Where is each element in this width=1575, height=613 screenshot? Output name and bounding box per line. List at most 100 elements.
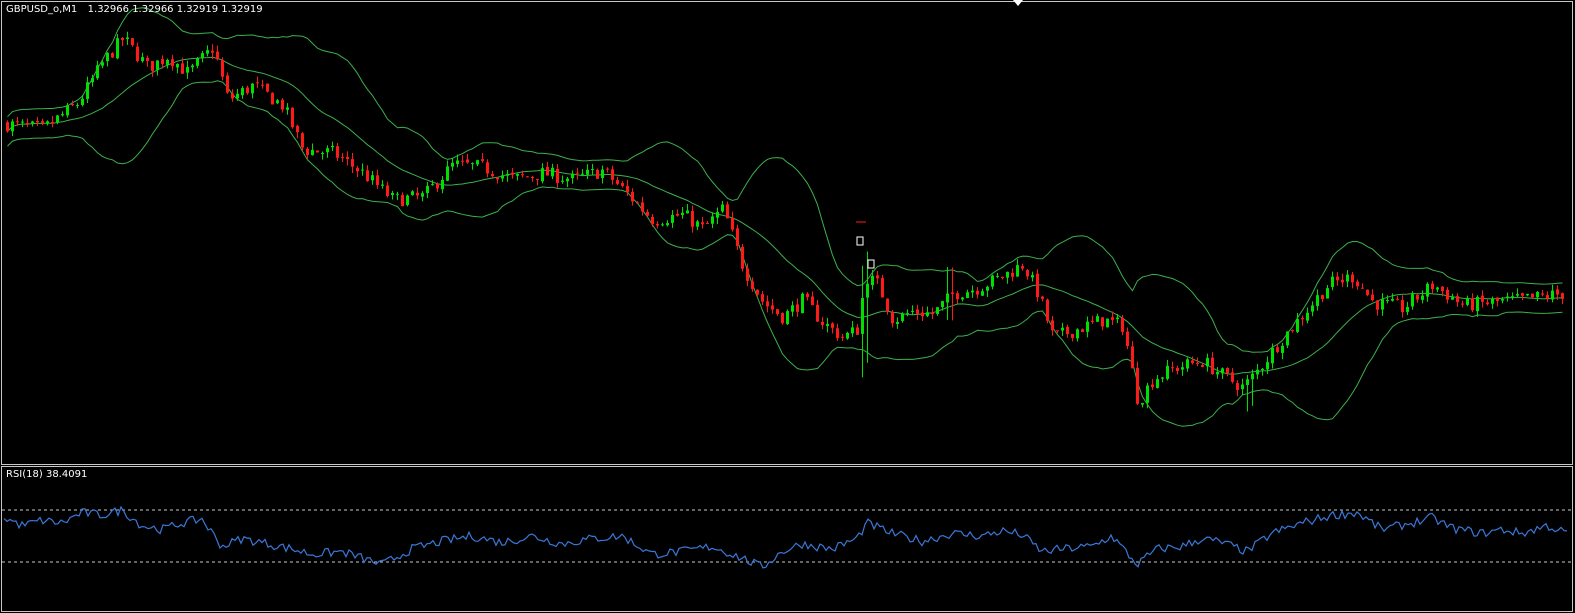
candle-body (1536, 292, 1539, 298)
candle (816, 299, 819, 323)
candle-body (826, 323, 829, 326)
candle (811, 291, 814, 306)
candle (1561, 292, 1564, 305)
candle-body (476, 160, 479, 165)
candle-body (531, 176, 534, 178)
candle-body (256, 82, 259, 84)
candle (1361, 283, 1364, 289)
candle (531, 175, 534, 182)
candle (1146, 382, 1149, 409)
candle-body (1401, 300, 1404, 313)
candle-body (1326, 288, 1329, 299)
candle-body (1246, 379, 1249, 385)
candle (436, 182, 439, 193)
candle (971, 285, 974, 298)
candle (1351, 271, 1354, 289)
candle (911, 305, 914, 315)
price-chart-pane[interactable]: GBPUSD_o,M1 1.32966 1.32966 1.32919 1.32… (1, 1, 1573, 465)
candle-body (381, 184, 384, 186)
candle (1011, 268, 1014, 282)
candle (41, 118, 44, 126)
candle-body (1086, 321, 1089, 332)
candle-body (361, 169, 364, 171)
candle (1306, 307, 1309, 324)
candle-body (771, 305, 774, 310)
candle (96, 60, 99, 80)
candle (966, 289, 969, 299)
candle-body (1226, 368, 1229, 374)
candle (371, 171, 374, 185)
candle (146, 55, 149, 67)
candle-body (261, 84, 264, 86)
candle (1181, 361, 1184, 376)
candle-body (986, 286, 989, 291)
rsi-indicator-pane[interactable]: RSI(18) 38.4091 (1, 466, 1573, 612)
candle-body (1121, 317, 1124, 332)
candle-body (396, 193, 399, 195)
candle (256, 76, 259, 88)
candle-body (1266, 362, 1269, 370)
candle (791, 301, 794, 317)
candle-body (1371, 294, 1374, 301)
candle-body (1391, 298, 1394, 301)
candle (1421, 290, 1424, 304)
candle (546, 161, 549, 176)
candle (1066, 324, 1069, 338)
candle-body (341, 157, 344, 159)
candle (736, 224, 739, 251)
candle-body (36, 120, 39, 123)
candle-body (1201, 364, 1204, 367)
candles (6, 31, 1564, 412)
candle (381, 180, 384, 189)
chart-shift-marker[interactable] (1013, 0, 1023, 6)
candle (841, 333, 844, 341)
candle (451, 157, 454, 171)
candle-body (1531, 293, 1534, 298)
candle (46, 120, 49, 126)
candle (751, 277, 754, 292)
candle-body (251, 83, 254, 94)
candle-body (111, 53, 114, 58)
candle (561, 175, 564, 184)
candle-body (586, 169, 589, 175)
candle-body (961, 297, 964, 300)
candle-body (776, 309, 779, 315)
candle (476, 159, 479, 167)
candle-body (11, 121, 14, 132)
candle-body (366, 170, 369, 182)
candle-body (556, 168, 559, 183)
candle-body (1156, 379, 1159, 388)
candle (1336, 272, 1339, 286)
candle (411, 190, 414, 196)
candle (1211, 351, 1214, 375)
candle (51, 115, 54, 128)
candle-body (1041, 296, 1044, 299)
candle (171, 54, 174, 71)
candle (1401, 295, 1404, 318)
candle (876, 270, 879, 284)
candle (1016, 259, 1019, 277)
candle-body (1416, 294, 1419, 300)
candle (821, 316, 824, 330)
candle (286, 103, 289, 115)
candle (981, 288, 984, 296)
candle-body (271, 92, 274, 105)
candle-body (326, 148, 329, 153)
candle-body (1491, 298, 1494, 304)
candle (321, 151, 324, 160)
candle (241, 86, 244, 99)
candle (1506, 292, 1509, 302)
candle (366, 165, 369, 182)
candle-body (621, 183, 624, 186)
candle-body (1306, 312, 1309, 321)
candle-body (831, 323, 834, 328)
candle (696, 219, 699, 231)
candle (1291, 329, 1294, 333)
candle-body (71, 103, 74, 106)
candle (976, 287, 979, 299)
candle (806, 291, 809, 301)
candle (1071, 333, 1074, 342)
trade-arrow-icon (867, 259, 875, 269)
candle-body (481, 159, 484, 161)
candle (191, 63, 194, 73)
